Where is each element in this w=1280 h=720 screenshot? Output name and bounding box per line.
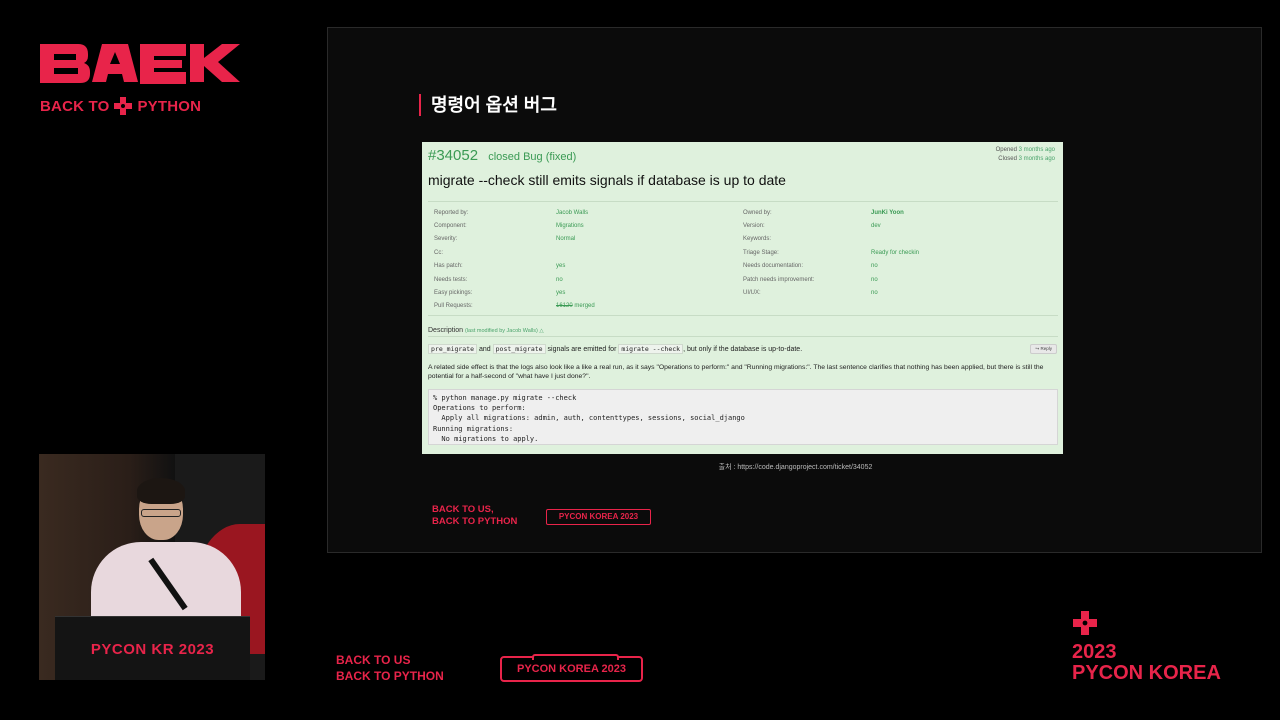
inline-code: migrate --check	[618, 344, 684, 354]
podium: PYCON KR 2023	[55, 616, 250, 680]
ticket-header: #34052 closed Bug (fixed)	[428, 147, 576, 164]
brand-tagline: BACK TO PYTHON	[40, 96, 201, 116]
property-key: Reported by:	[434, 209, 469, 216]
ticket-status-prefix: closed Bug (	[488, 151, 550, 163]
baek-logo	[40, 44, 240, 84]
description-header: Description (last modified by Jacob Wall…	[428, 327, 1058, 337]
slide-source-caption: 출처 : https://code.djangoproject.com/tick…	[718, 464, 873, 471]
code-block: % python manage.py migrate --check Opera…	[428, 389, 1058, 445]
property-key: Owned by:	[743, 209, 772, 216]
property-value: Jacob Walls	[556, 209, 589, 216]
property-value: no	[871, 263, 878, 270]
ticket-resolution: fixed	[549, 151, 573, 163]
description-paragraph-2: A related side effect is that the logs a…	[428, 364, 1044, 380]
ticket-screenshot: #34052 closed Bug (fixed) Opened 3 month…	[422, 142, 1063, 454]
inline-code: post_migrate	[492, 344, 546, 354]
pull-request-value: 16120 merged	[556, 303, 743, 309]
inline-code: pre_migrate	[428, 344, 478, 354]
property-key: Needs documentation:	[743, 263, 804, 270]
property-row: Pull Requests: 16120 merged	[428, 300, 1058, 313]
property-row: Severity: Normal Keywords:	[428, 233, 1058, 246]
slide-footer-badge: PYCON KOREA 2023	[546, 509, 651, 525]
property-row: Cc: Triage Stage: Ready for checkin	[428, 246, 1058, 259]
property-key: Has patch:	[434, 263, 463, 270]
event-year: 2023	[1072, 641, 1117, 663]
text-fragment: , but only if the database is up-to-date…	[683, 346, 803, 353]
property-value: no	[556, 276, 563, 283]
description-modified: (last modified by Jacob Walls) △	[464, 328, 544, 334]
bottom-tagline-line-2: BACK TO PYTHON	[336, 669, 444, 683]
property-key: Cc:	[434, 249, 443, 256]
opened-label: Opened	[995, 147, 1017, 153]
brand-tagline-left: BACK TO	[40, 97, 110, 115]
text-fragment: and	[477, 346, 493, 353]
property-key: Pull Requests:	[434, 303, 473, 310]
property-row: Needs tests: no Patch needs improvement:…	[428, 273, 1058, 286]
event-name: PYCON KOREA	[1072, 662, 1221, 684]
closed-label: Closed	[998, 156, 1017, 162]
property-key: Triage Stage:	[743, 249, 779, 256]
slide-footer-line-1: BACK TO US,	[432, 504, 494, 515]
property-value: yes	[556, 290, 566, 297]
brand-tagline-right: PYTHON	[137, 97, 202, 115]
property-key: Keywords:	[743, 236, 772, 243]
speaker-glasses	[141, 509, 181, 517]
opened-value: 3 months ago	[1018, 147, 1055, 153]
ticket-dates: Opened 3 months ago Closed 3 months ago	[996, 146, 1055, 164]
bottom-tagline: BACK TO US BACK TO PYTHON	[336, 652, 444, 684]
description-paragraph-1: pre_migrate and post_migrate signals are…	[428, 344, 803, 354]
ticket-status-suffix: )	[572, 151, 577, 163]
pull-request-state: merged	[572, 303, 595, 310]
ticket-number: #34052	[428, 147, 479, 164]
property-value: Ready for checkin	[871, 249, 920, 256]
presentation-slide: 명령어 옵션 버그 #34052 closed Bug (fixed) Open…	[327, 27, 1262, 553]
property-key: Component:	[434, 223, 467, 230]
ticket-summary: migrate --check still emits signals if d…	[428, 172, 786, 188]
reply-button: ↪ Reply	[1030, 344, 1057, 354]
ticket-status: closed Bug (fixed)	[488, 151, 576, 163]
property-row: Easy pickings: yes UI/UX: no	[428, 286, 1058, 299]
pull-request-link: 16120	[556, 303, 573, 310]
property-value: Migrations	[556, 223, 584, 230]
slide-footer-line-2: BACK TO PYTHON	[432, 516, 518, 527]
bottom-badge: PYCON KOREA 2023	[500, 654, 643, 682]
speaker-video: PYCON KR 2023	[39, 454, 265, 680]
property-row: Reported by: Jacob Walls Owned by: JunKi…	[428, 206, 1058, 219]
slide-footer-tagline: BACK TO US, BACK TO PYTHON	[432, 504, 517, 528]
property-value: yes	[556, 263, 566, 270]
description-label: Description	[428, 327, 464, 334]
podium-sign: PYCON KR 2023	[90, 641, 215, 658]
property-key: UI/UX:	[743, 290, 761, 297]
slide-title: 명령어 옵션 버그	[419, 94, 557, 116]
property-value: Normal	[556, 236, 576, 243]
property-key: Severity:	[434, 236, 458, 243]
property-value: JunKi Yoon	[871, 209, 904, 216]
property-value: no	[871, 276, 878, 283]
event-brand: 2023 PYCON KOREA	[1072, 642, 1221, 684]
property-key: Needs tests:	[434, 276, 468, 283]
python-cross-icon	[114, 97, 133, 115]
text-fragment: signals are emitted for	[545, 346, 619, 353]
property-value: no	[871, 290, 878, 297]
property-key: Version:	[743, 223, 765, 230]
property-row: Component: Migrations Version: dev	[428, 219, 1058, 232]
speaker-hair	[137, 478, 185, 504]
closed-value: 3 months ago	[1018, 156, 1055, 162]
property-key: Patch needs improvement:	[743, 276, 815, 283]
python-cross-icon	[1073, 611, 1097, 635]
property-row: Has patch: yes Needs documentation: no	[428, 260, 1058, 273]
property-value: dev	[871, 223, 881, 230]
property-key: Easy pickings:	[434, 290, 473, 297]
bottom-tagline-line-1: BACK TO US	[336, 653, 411, 667]
ticket-properties: Reported by: Jacob Walls Owned by: JunKi…	[428, 201, 1058, 317]
